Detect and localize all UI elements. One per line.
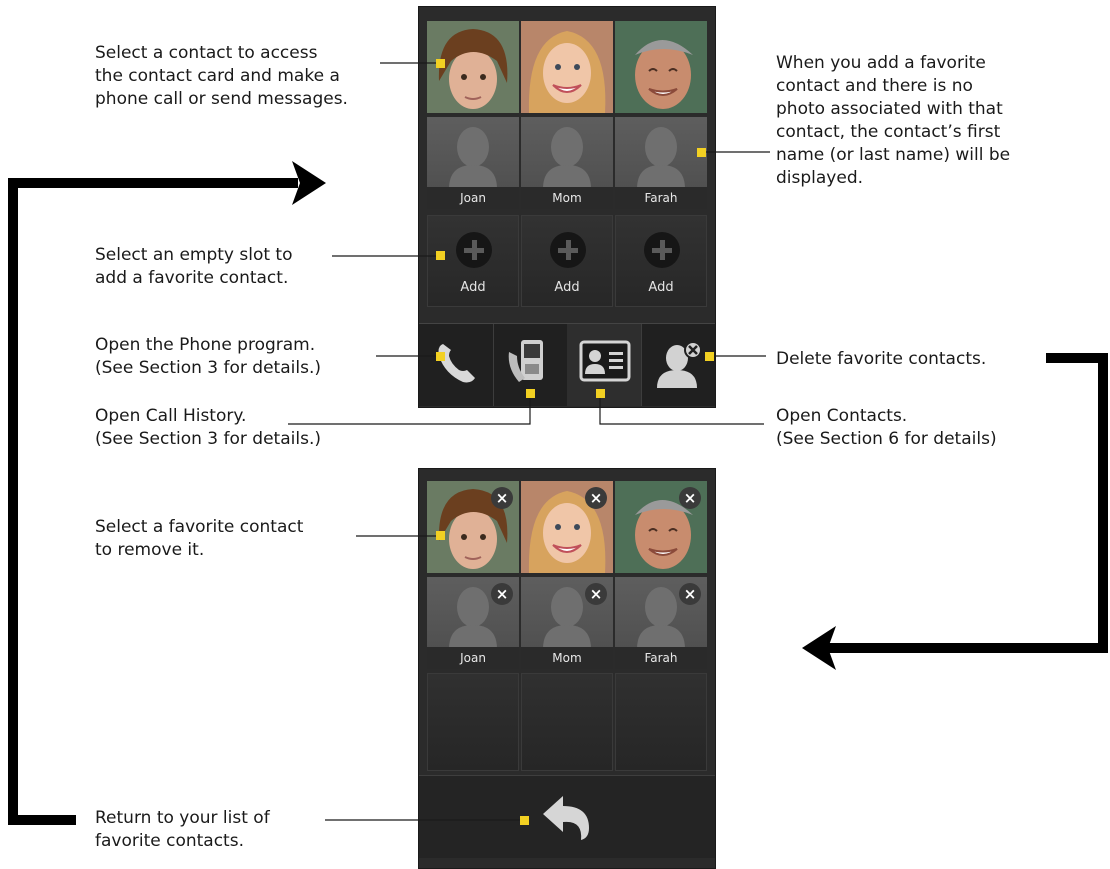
call-history-icon [508, 340, 543, 382]
favorites-toolbar [419, 323, 715, 406]
add-favorite-slot-1[interactable]: Add [427, 215, 519, 307]
remove-icon[interactable]: × [679, 487, 701, 509]
remove-icon[interactable]: × [585, 583, 607, 605]
contact-photo-image [521, 21, 613, 113]
favorites-screen: Joan Mom Farah Add Add Add [418, 6, 716, 408]
remove-contact-joan[interactable]: × Joan [427, 577, 519, 669]
phone-icon [438, 344, 475, 383]
empty-slot-3 [615, 673, 707, 771]
back-button[interactable] [419, 775, 715, 858]
callout-no-photo: When you add a favorite contact and ther… [776, 53, 1011, 188]
remove-icon[interactable]: × [491, 583, 513, 605]
favorite-contact-photo-blonde-woman[interactable] [521, 21, 613, 113]
open-call-history-button[interactable] [493, 324, 568, 406]
callout-empty-slot: Select an empty slot to add a favorite c… [95, 245, 293, 288]
remove-contact-farah[interactable]: × Farah [615, 577, 707, 669]
callout-phone-program: Open the Phone program. (See Section 3 f… [95, 335, 321, 378]
open-phone-button[interactable] [419, 324, 494, 406]
callout-return-list: Return to your list of favorite contacts… [95, 808, 270, 851]
contact-name-label: Mom [521, 647, 613, 669]
empty-slot-2 [521, 673, 613, 771]
contact-silhouette-icon [543, 127, 591, 189]
favorite-contact-mom[interactable]: Mom [521, 117, 613, 209]
callout-call-history: Open Call History. (See Section 3 for de… [95, 406, 321, 449]
contact-name-label: Joan [427, 187, 519, 209]
favorite-contact-joan[interactable]: Joan [427, 117, 519, 209]
favorite-contact-photo-young-man[interactable] [427, 21, 519, 113]
back-arrow-icon [543, 796, 589, 840]
contact-photo-image [615, 21, 707, 113]
add-label: Add [554, 280, 580, 295]
favorite-contact-farah[interactable]: Farah [615, 117, 707, 209]
contact-name-label: Mom [521, 187, 613, 209]
remove-favorites-screen: × × × × Joan × Mom × Farah [418, 468, 716, 869]
remove-icon[interactable]: × [585, 487, 607, 509]
add-label: Add [648, 280, 674, 295]
remove-contact-photo-older-man[interactable]: × [615, 481, 707, 573]
callout-delete-favorites: Delete favorite contacts. [776, 349, 987, 369]
delete-flow-arrow [802, 353, 1108, 670]
remove-icon[interactable]: × [491, 487, 513, 509]
delete-contact-icon [657, 341, 702, 388]
callout-open-contacts: Open Contacts. (See Section 6 for detail… [776, 406, 997, 449]
add-favorite-slot-2[interactable]: Add [521, 215, 613, 307]
callout-remove-favorite: Select a favorite contact to remove it. [95, 517, 304, 560]
contacts-card-icon [579, 340, 631, 382]
contact-silhouette-icon [449, 127, 497, 189]
contact-name-label: Farah [615, 647, 707, 669]
contact-photo-image [427, 21, 519, 113]
favorite-contact-photo-older-man[interactable] [615, 21, 707, 113]
add-plus-icon [644, 232, 680, 268]
empty-slot-1 [427, 673, 519, 771]
callout-select-contact: Select a contact to access the contact c… [95, 43, 348, 109]
remove-contact-photo-young-man[interactable]: × [427, 481, 519, 573]
add-label: Add [460, 280, 486, 295]
add-plus-icon [456, 232, 492, 268]
contact-silhouette-icon [637, 127, 685, 189]
delete-favorites-button[interactable] [641, 324, 715, 406]
remove-contact-mom[interactable]: × Mom [521, 577, 613, 669]
remove-icon[interactable]: × [679, 583, 701, 605]
contact-name-label: Farah [615, 187, 707, 209]
add-favorite-slot-3[interactable]: Add [615, 215, 707, 307]
open-contacts-button[interactable] [567, 324, 642, 406]
add-plus-icon [550, 232, 586, 268]
contact-name-label: Joan [427, 647, 519, 669]
remove-contact-photo-blonde-woman[interactable]: × [521, 481, 613, 573]
